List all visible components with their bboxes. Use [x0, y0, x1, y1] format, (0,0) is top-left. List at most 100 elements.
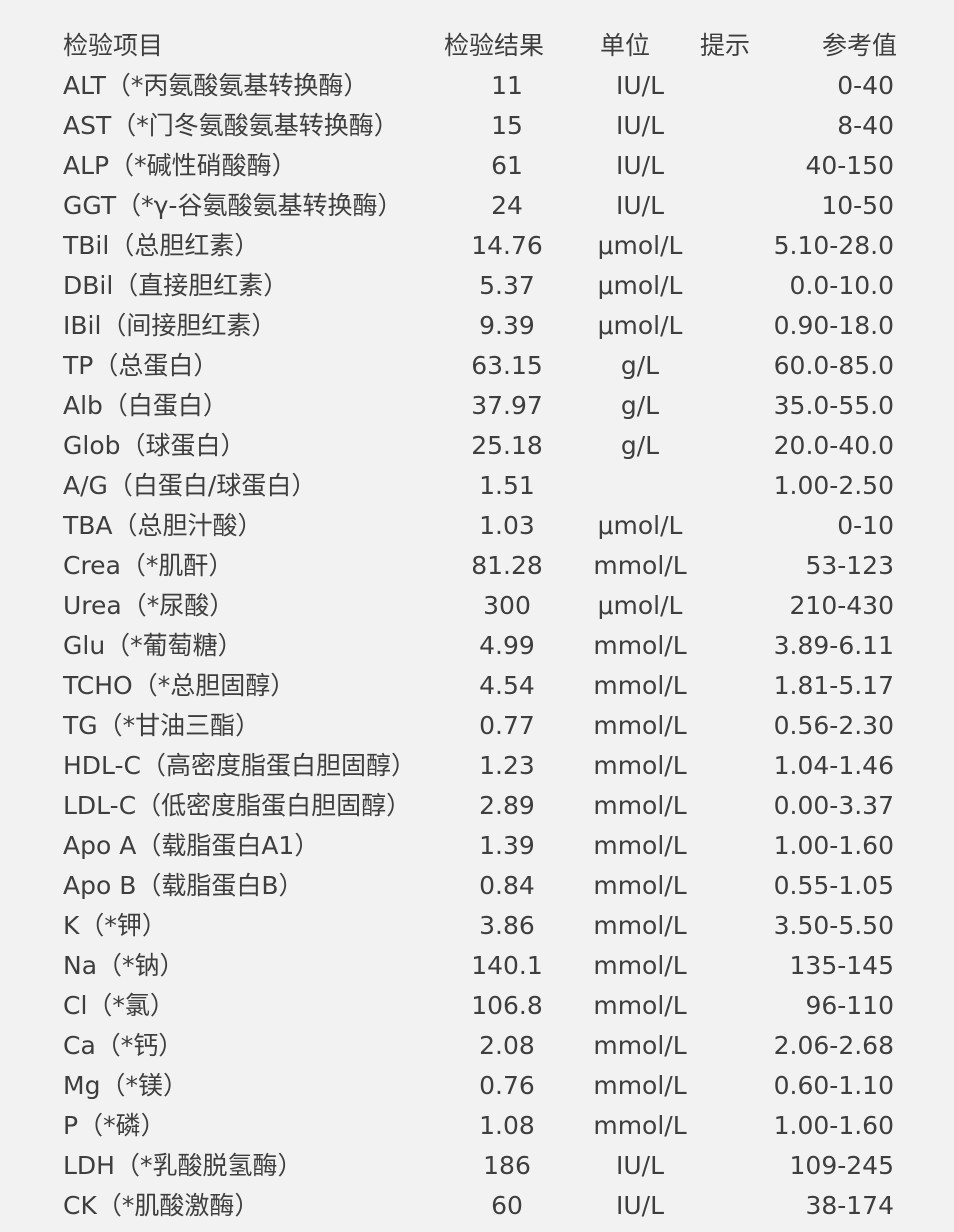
- cell-result: 9.39: [479, 311, 535, 340]
- cell-result: 4.99: [479, 631, 535, 660]
- cell-unit: mmol/L: [593, 951, 687, 980]
- cell-reference: 2.06-2.68: [773, 1031, 894, 1060]
- cell-result: 24: [491, 191, 523, 220]
- table-row: IBil（间接胆红素） 9.39 μmol/L 0.90-18.0: [0, 306, 954, 346]
- table-row: Apo B（载脂蛋白B） 0.84 mmol/L 0.55-1.05: [0, 866, 954, 906]
- cell-reference: 0.90-18.0: [773, 311, 894, 340]
- table-body: ALT（*丙氨酸氨基转换酶） 11 IU/L 0-40 AST（*门冬氨酸氨基转换酶） 1…: [0, 66, 954, 1226]
- cell-unit: mmol/L: [593, 1071, 687, 1100]
- cell-result: 300: [483, 591, 531, 620]
- table-row: TBA（总胆汁酸） 1.03 μmol/L 0-10: [0, 506, 954, 546]
- cell-unit: μmol/L: [597, 511, 683, 540]
- table-row: LDH（*乳酸脱氢酶） 186 IU/L 109-245: [0, 1146, 954, 1186]
- table-row: Crea（*肌酐） 81.28 mmol/L 53-123: [0, 546, 954, 586]
- cell-result: 4.54: [479, 671, 535, 700]
- table-row: Glu（*葡萄糖） 4.99 mmol/L 3.89-6.11: [0, 626, 954, 666]
- cell-item: TBA（总胆汁酸）: [63, 511, 263, 540]
- cell-unit: μmol/L: [597, 311, 683, 340]
- cell-result: 5.37: [479, 271, 535, 300]
- cell-item: Crea（*肌酐）: [63, 551, 234, 580]
- cell-item: Glob（球蛋白）: [63, 431, 246, 460]
- cell-item: TBil（总胆红素）: [63, 231, 260, 260]
- table-row: K（*钾） 3.86 mmol/L 3.50-5.50: [0, 906, 954, 946]
- cell-reference: 8-40: [837, 111, 894, 140]
- cell-item: A/G（白蛋白/球蛋白）: [63, 471, 317, 500]
- cell-reference: 35.0-55.0: [773, 391, 894, 420]
- cell-result: 61: [491, 151, 523, 180]
- cell-unit: g/L: [620, 351, 660, 380]
- cell-unit: g/L: [620, 391, 660, 420]
- table-row: ALP（*碱性硝酸酶） 61 IU/L 40-150: [0, 146, 954, 186]
- cell-unit: mmol/L: [593, 1111, 687, 1140]
- cell-item: TCHO（*总胆固醇）: [63, 671, 296, 700]
- cell-item: Apo A（载脂蛋白A1）: [63, 831, 320, 860]
- cell-reference: 3.89-6.11: [773, 631, 894, 660]
- cell-unit: mmol/L: [593, 671, 687, 700]
- cell-result: 0.84: [479, 871, 535, 900]
- cell-unit: mmol/L: [593, 631, 687, 660]
- cell-reference: 40-150: [805, 151, 894, 180]
- cell-unit: mmol/L: [593, 751, 687, 780]
- cell-item: TG（*甘油三酯）: [63, 711, 261, 740]
- table-row: TBil（总胆红素） 14.76 μmol/L 5.10-28.0: [0, 226, 954, 266]
- cell-reference: 0-40: [837, 71, 894, 100]
- cell-item: ALT（*丙氨酸氨基转换酶）: [63, 71, 369, 100]
- cell-result: 3.86: [479, 911, 535, 940]
- cell-unit: IU/L: [615, 111, 665, 140]
- cell-unit: mmol/L: [593, 791, 687, 820]
- cell-result: 140.1: [471, 951, 543, 980]
- cell-item: DBil（直接胆红素）: [63, 271, 289, 300]
- cell-result: 2.08: [479, 1031, 535, 1060]
- table-row: TP（总蛋白） 63.15 g/L 60.0-85.0: [0, 346, 954, 386]
- cell-unit: IU/L: [615, 1191, 665, 1220]
- table-row: Na（*钠） 140.1 mmol/L 135-145: [0, 946, 954, 986]
- cell-reference: 96-110: [805, 991, 894, 1020]
- header-result: 检验结果: [444, 31, 545, 60]
- cell-item: IBil（间接胆红素）: [63, 311, 277, 340]
- cell-unit: mmol/L: [593, 911, 687, 940]
- table-row: TG（*甘油三酯） 0.77 mmol/L 0.56-2.30: [0, 706, 954, 746]
- table-row: ALT（*丙氨酸氨基转换酶） 11 IU/L 0-40: [0, 66, 954, 106]
- cell-result: 15: [491, 111, 523, 140]
- cell-item: Apo B（载脂蛋白B）: [63, 871, 304, 900]
- cell-unit: IU/L: [615, 1151, 665, 1180]
- cell-item: Urea（*尿酸）: [63, 591, 235, 620]
- table-row: Ca（*钙） 2.08 mmol/L 2.06-2.68: [0, 1026, 954, 1066]
- cell-item: Glu（*葡萄糖）: [63, 631, 243, 660]
- cell-item: Mg（*镁）: [63, 1071, 188, 1100]
- cell-unit: mmol/L: [593, 711, 687, 740]
- cell-unit: μmol/L: [597, 231, 683, 260]
- table-row: Apo A（载脂蛋白A1） 1.39 mmol/L 1.00-1.60: [0, 826, 954, 866]
- cell-result: 0.76: [479, 1071, 535, 1100]
- table-row: Cl（*氯） 106.8 mmol/L 96-110: [0, 986, 954, 1026]
- cell-item: K（*钾）: [63, 911, 167, 940]
- cell-result: 11: [491, 71, 523, 100]
- cell-item: TP（总蛋白）: [63, 351, 219, 380]
- lab-report-table: 检验项目 检验结果 单位 提示 参考值 ALT（*丙氨酸氨基转换酶） 11 IU/L…: [0, 26, 954, 1226]
- header-item: 检验项目: [63, 31, 164, 60]
- cell-reference: 1.81-5.17: [773, 671, 894, 700]
- header-flag: 提示: [700, 31, 751, 60]
- table-row: CK（*肌酸激酶） 60 IU/L 38-174: [0, 1186, 954, 1226]
- cell-reference: 53-123: [805, 551, 894, 580]
- table-row: HDL-C（高密度脂蛋白胆固醇） 1.23 mmol/L 1.04-1.46: [0, 746, 954, 786]
- table-row: Glob（球蛋白） 25.18 g/L 20.0-40.0: [0, 426, 954, 466]
- cell-result: 106.8: [471, 991, 543, 1020]
- cell-reference: 1.00-1.60: [773, 1111, 894, 1140]
- cell-item: HDL-C（高密度脂蛋白胆固醇）: [63, 751, 417, 780]
- cell-result: 81.28: [471, 551, 543, 580]
- cell-result: 1.03: [479, 511, 535, 540]
- table-row: GGT（*γ-谷氨酸氨基转换酶） 24 IU/L 10-50: [0, 186, 954, 226]
- cell-unit: g/L: [620, 431, 660, 460]
- cell-unit: mmol/L: [593, 551, 687, 580]
- cell-result: 63.15: [471, 351, 543, 380]
- cell-item: Ca（*钙）: [63, 1031, 184, 1060]
- cell-result: 60: [491, 1191, 523, 1220]
- table-row: DBil（直接胆红素） 5.37 μmol/L 0.0-10.0: [0, 266, 954, 306]
- cell-reference: 0.60-1.10: [773, 1071, 894, 1100]
- cell-reference: 1.04-1.46: [773, 751, 894, 780]
- cell-item: P（*磷）: [63, 1111, 166, 1140]
- cell-item: LDL-C（低密度脂蛋白胆固醇）: [63, 791, 412, 820]
- cell-unit: mmol/L: [593, 991, 687, 1020]
- cell-reference: 0.55-1.05: [773, 871, 894, 900]
